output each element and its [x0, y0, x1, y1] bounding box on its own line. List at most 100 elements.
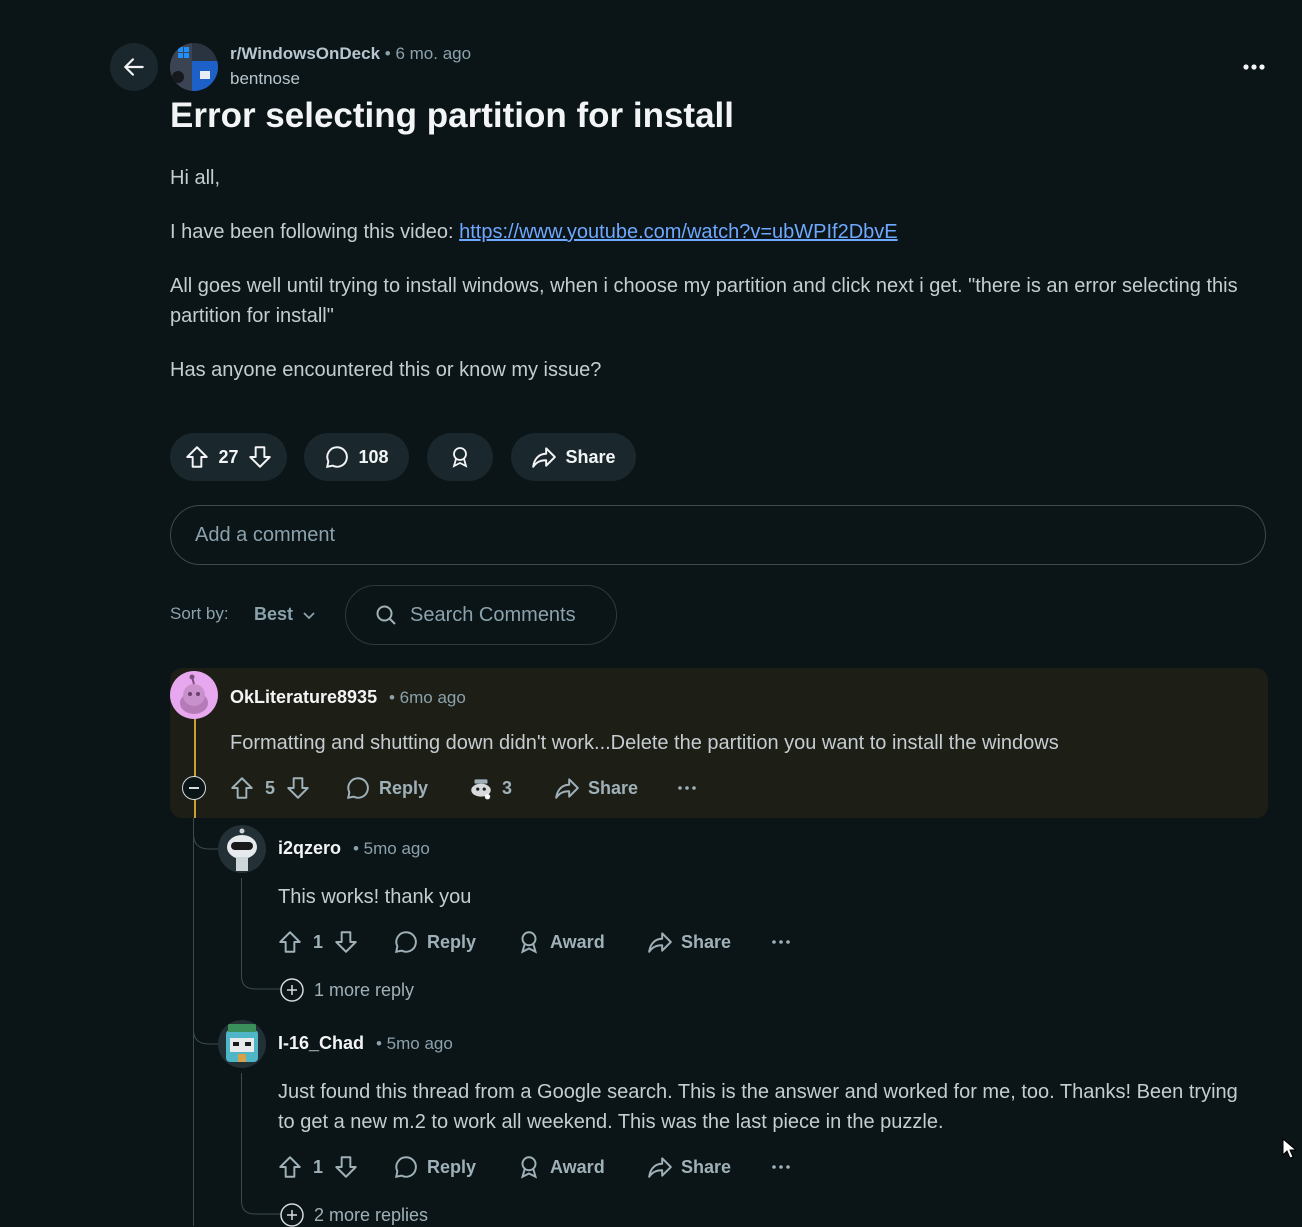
snoo-award-icon: [471, 779, 491, 800]
award-label: Award: [550, 1156, 605, 1177]
add-comment-input[interactable]: Add a comment: [170, 505, 1266, 565]
share-label: Share: [681, 1156, 732, 1177]
award-icon: [520, 1156, 538, 1179]
post-video-paragraph: I have been following this video: https:…: [170, 217, 1260, 247]
post-comments-button[interactable]: 108: [304, 433, 409, 481]
post-meta: r/WindowsOnDeck • 6 mo. ago: [230, 44, 471, 64]
more-replies-button[interactable]: 2 more replies: [280, 1203, 428, 1227]
comment-more-button[interactable]: [678, 775, 696, 801]
search-comments-input[interactable]: Search Comments: [345, 585, 617, 645]
reply-label: Reply: [427, 931, 477, 952]
ellipsis-icon: [772, 1165, 790, 1169]
upvote-icon[interactable]: [229, 775, 255, 801]
plus-circle-icon: [280, 1203, 304, 1227]
back-button[interactable]: [110, 43, 158, 91]
subreddit-avatar[interactable]: [170, 43, 218, 91]
ellipsis-icon: [1243, 64, 1265, 70]
share-button[interactable]: Share: [554, 775, 638, 801]
comment-vote-count: 1: [313, 931, 324, 952]
comment-vote-bar: 1: [277, 929, 359, 955]
more-replies-button[interactable]: 1 more reply: [280, 978, 414, 1002]
award-icon: [520, 931, 538, 954]
upvote-icon[interactable]: [184, 444, 210, 470]
video-link[interactable]: https://www.youtube.com/watch?v=ubWPIf2D…: [459, 221, 898, 243]
share-icon: [532, 447, 557, 468]
thread-line[interactable]: [241, 1073, 242, 1195]
thread-line-highlight: [194, 718, 196, 818]
post-greeting: Hi all,: [170, 167, 221, 189]
comment-text: Formatting and shutting down didn't work…: [230, 732, 1059, 754]
award-button[interactable]: Award: [516, 929, 605, 955]
reply-button[interactable]: Reply: [345, 775, 428, 801]
post-paragraph-3: Has anyone encountered this or know my i…: [170, 359, 602, 381]
post-vote-count: 27: [218, 446, 239, 467]
share-button[interactable]: Share: [647, 929, 731, 955]
post-time: • 6 mo. ago: [384, 44, 472, 63]
post-title: Error selecting partition for install: [170, 96, 734, 135]
post-paragraph-2: All goes well until trying to install wi…: [170, 275, 1238, 327]
post-vote-bar: 27: [170, 433, 287, 481]
mouse-cursor-icon: [1282, 1138, 1298, 1159]
comment-time: • 6mo ago: [389, 688, 466, 707]
reply-button[interactable]: Reply: [393, 929, 476, 955]
sort-dropdown[interactable]: Best: [254, 604, 317, 625]
avatar[interactable]: [170, 671, 218, 719]
comment-icon: [395, 1156, 417, 1178]
post-award-button[interactable]: [427, 433, 493, 481]
post-share-label: Share: [565, 446, 616, 467]
plus-circle-icon: [280, 978, 304, 1002]
avatar[interactable]: [218, 825, 266, 873]
reply-button[interactable]: Reply: [393, 1154, 476, 1180]
comment-icon: [347, 777, 369, 799]
chevron-down-icon: [303, 611, 315, 619]
downvote-icon[interactable]: [285, 775, 311, 801]
share-label: Share: [681, 931, 732, 952]
upvote-icon[interactable]: [277, 1154, 303, 1180]
reply-label: Reply: [379, 777, 429, 798]
share-button[interactable]: Share: [647, 1154, 731, 1180]
comment-icon: [326, 446, 349, 468]
comment-time: • 5mo ago: [353, 839, 430, 858]
comment-text: Just found this thread from a Google sea…: [278, 1081, 1238, 1133]
share-icon: [648, 932, 672, 953]
add-comment-placeholder: Add a comment: [195, 523, 336, 546]
comment-username[interactable]: i2qzero: [278, 838, 341, 859]
comment-time: • 5mo ago: [376, 1034, 453, 1053]
downvote-icon[interactable]: [333, 929, 359, 955]
comment-more-button[interactable]: [772, 929, 790, 955]
ellipsis-icon: [772, 940, 790, 944]
minus-icon: [189, 787, 199, 789]
thread-branch: [241, 1193, 281, 1215]
reply-label: Reply: [427, 1156, 477, 1177]
comment-icon: [395, 931, 417, 953]
comment-username[interactable]: I-16_Chad: [278, 1033, 364, 1054]
comment-vote-bar: 5: [229, 775, 311, 801]
comment-text: This works! thank you: [278, 886, 472, 908]
comment-vote-count: 1: [313, 1156, 324, 1177]
collapse-button[interactable]: [182, 776, 206, 800]
upvote-icon[interactable]: [277, 929, 303, 955]
award-button[interactable]: 3: [468, 775, 512, 801]
sort-label: Sort by:: [170, 604, 229, 623]
comment-more-button[interactable]: [772, 1154, 790, 1180]
sort-value: Best: [254, 604, 294, 624]
thread-branch: [241, 968, 281, 990]
downvote-icon[interactable]: [247, 444, 273, 470]
subreddit-name[interactable]: r/WindowsOnDeck: [230, 44, 380, 63]
share-icon: [555, 778, 579, 799]
comment-vote-count: 5: [265, 777, 276, 798]
avatar[interactable]: [218, 1020, 266, 1068]
award-button[interactable]: Award: [516, 1154, 605, 1180]
comment-username[interactable]: OkLiterature8935: [230, 687, 377, 708]
arrow-left-icon: [124, 58, 144, 76]
post-more-button[interactable]: [1232, 52, 1276, 82]
downvote-icon[interactable]: [333, 1154, 359, 1180]
post-author[interactable]: bentnose: [230, 69, 300, 89]
more-replies-label: 1 more reply: [314, 979, 415, 1000]
share-label: Share: [588, 777, 639, 798]
post-share-button[interactable]: Share: [511, 433, 636, 481]
thread-line[interactable]: [241, 878, 242, 970]
post-comment-count: 108: [358, 446, 389, 467]
award-label: Award: [550, 931, 605, 952]
more-replies-label: 2 more replies: [314, 1204, 429, 1225]
